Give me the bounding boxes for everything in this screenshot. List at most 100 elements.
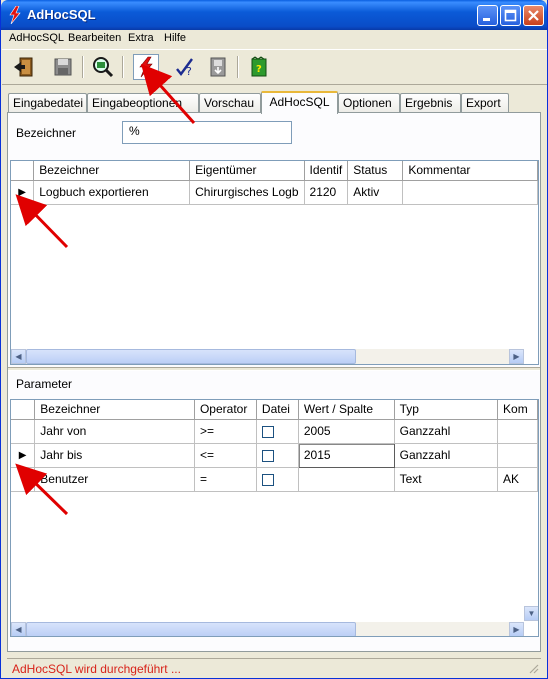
status-bar: AdHocSQL wird durchgeführt ...: [7, 658, 541, 676]
filter-input[interactable]: %: [122, 121, 292, 144]
row-indicator: ▶: [11, 180, 35, 205]
cell-bezeichner[interactable]: Jahr von: [34, 419, 195, 444]
col-header-eigentuemer[interactable]: Eigentümer: [189, 161, 305, 181]
col-header-operator[interactable]: Operator: [194, 400, 257, 420]
cell-kommentar[interactable]: [497, 419, 538, 444]
row-indicator: [11, 467, 36, 492]
menu-bar: AdHocSQL Bearbeiten Extra Hilfe: [2, 30, 547, 48]
menu-hilfe[interactable]: Hilfe: [164, 32, 186, 44]
cell-operator[interactable]: =: [194, 467, 257, 492]
minimize-icon: [483, 18, 490, 21]
col-header-typ[interactable]: Typ: [394, 400, 499, 420]
maximize-button[interactable]: [500, 5, 521, 26]
document-green-icon: ?: [251, 56, 267, 77]
tab-eingabedatei[interactable]: Eingabedatei: [8, 93, 87, 113]
cell-typ[interactable]: Text: [394, 467, 499, 492]
tab-vorschau[interactable]: Vorschau: [199, 93, 261, 113]
save-disk-icon: [54, 58, 72, 76]
scroll-left-arrow-icon[interactable]: ◀: [11, 622, 26, 636]
tab-ergebnis[interactable]: Ergebnis: [400, 93, 461, 113]
close-icon: [528, 10, 539, 21]
parameter-hscrollbar[interactable]: ◀ ▶: [11, 622, 524, 636]
check-help-icon: ?: [176, 58, 193, 78]
col-header-kommentar[interactable]: Kom: [497, 400, 538, 420]
col-header-datei[interactable]: Datei: [256, 400, 299, 420]
col-header-bezeichner[interactable]: Bezeichner: [33, 161, 191, 181]
cell-kommentar[interactable]: AK: [497, 467, 538, 492]
check-button[interactable]: ?: [172, 54, 198, 80]
cell-eigentuemer[interactable]: Chirurgisches Logb: [189, 180, 305, 205]
col-header-kommentar[interactable]: Kommentar: [402, 161, 538, 181]
table-row[interactable]: Jahr von >= 2005 Ganzzahl: [11, 419, 538, 444]
save-clipboard-button[interactable]: [205, 54, 231, 80]
scroll-left-arrow-icon[interactable]: ◀: [11, 349, 26, 364]
scroll-right-arrow-icon[interactable]: ▶: [509, 349, 524, 364]
app-window: AdHocSQL AdHocSQL Bearbeiten Extra Hilfe: [0, 0, 548, 679]
tab-eingabeoptionen[interactable]: Eingabeoptionen: [87, 93, 199, 113]
table-row[interactable]: ▶ Logbuch exportieren Chirurgisches Logb…: [11, 180, 538, 205]
scroll-thumb[interactable]: [26, 349, 356, 364]
scroll-down-arrow-icon[interactable]: ▼: [524, 606, 538, 621]
row-indicator: ▶: [11, 443, 36, 468]
cell-typ[interactable]: Ganzzahl: [394, 419, 499, 444]
parameter-label: Parameter: [16, 377, 73, 391]
col-header-bezeichner[interactable]: Bezeichner: [34, 400, 195, 420]
cell-wert[interactable]: 2005: [298, 419, 395, 444]
cell-bezeichner[interactable]: Logbuch exportieren: [33, 180, 191, 205]
execute-button[interactable]: [133, 54, 159, 80]
svg-text:?: ?: [256, 64, 262, 75]
cell-identif[interactable]: 2120: [304, 180, 349, 205]
datei-checkbox[interactable]: [261, 473, 274, 486]
cell-typ[interactable]: Ganzzahl: [394, 443, 499, 468]
cell-status[interactable]: Aktiv: [347, 180, 404, 205]
row-indicator: [11, 419, 36, 444]
cell-kommentar[interactable]: [402, 180, 538, 205]
toolbar-separator: [82, 56, 84, 78]
datei-checkbox[interactable]: [261, 449, 274, 462]
save-button[interactable]: [50, 54, 76, 80]
resize-grip-icon[interactable]: [527, 662, 539, 674]
col-header-identif[interactable]: Identif: [304, 161, 349, 181]
splitter[interactable]: [8, 367, 540, 371]
filter-label: Bezeichner: [16, 126, 77, 140]
cell-datei[interactable]: [256, 467, 299, 492]
tab-optionen[interactable]: Optionen: [338, 93, 400, 113]
title-bar[interactable]: AdHocSQL: [1, 0, 547, 30]
table-row[interactable]: ▶ Jahr bis <= 2015 Ganzzahl: [11, 442, 538, 468]
datei-checkbox[interactable]: [261, 425, 274, 438]
col-header-wert-spalte[interactable]: Wert / Spalte: [298, 400, 395, 420]
cell-bezeichner[interactable]: Benutzer: [34, 467, 195, 492]
cell-datei[interactable]: [256, 443, 299, 468]
cell-datei[interactable]: [256, 419, 299, 444]
parameter-grid[interactable]: Bezeichner Operator Datei Wert / Spalte …: [10, 399, 539, 637]
execute-lightning-icon: [139, 56, 153, 78]
search-button[interactable]: [90, 54, 116, 80]
query-table: Bezeichner Eigentümer Identif Status Kom…: [11, 161, 538, 205]
cell-wert-editing[interactable]: 2015: [297, 442, 395, 468]
search-database-icon: [93, 57, 114, 78]
cell-operator[interactable]: >=: [194, 419, 257, 444]
parameter-table: Bezeichner Operator Datei Wert / Spalte …: [11, 400, 538, 492]
app-lightning-icon: [9, 6, 21, 24]
menu-bearbeiten[interactable]: Bearbeiten: [68, 32, 121, 44]
query-hscrollbar[interactable]: ◀ ▶: [11, 349, 524, 364]
menu-extra[interactable]: Extra: [128, 32, 154, 44]
cell-wert[interactable]: [298, 467, 395, 492]
cell-kommentar[interactable]: [497, 443, 538, 468]
query-grid[interactable]: Bezeichner Eigentümer Identif Status Kom…: [10, 160, 539, 365]
tab-export[interactable]: Export: [461, 93, 509, 113]
scroll-right-arrow-icon[interactable]: ▶: [509, 622, 524, 636]
document-button[interactable]: ?: [246, 54, 272, 80]
exit-button[interactable]: [10, 54, 36, 80]
parameter-header-row: Bezeichner Operator Datei Wert / Spalte …: [11, 400, 538, 420]
close-button[interactable]: [523, 5, 544, 26]
toolbar: ? ?: [2, 49, 547, 85]
table-row[interactable]: Benutzer = Text AK: [11, 467, 538, 492]
scroll-thumb[interactable]: [26, 622, 356, 636]
cell-operator[interactable]: <=: [194, 443, 257, 468]
cell-bezeichner[interactable]: Jahr bis: [34, 443, 195, 468]
minimize-button[interactable]: [477, 5, 498, 26]
tab-adhocsql[interactable]: AdHocSQL: [261, 91, 338, 114]
menu-adhocsql[interactable]: AdHocSQL: [9, 32, 64, 44]
col-header-status[interactable]: Status: [347, 161, 404, 181]
